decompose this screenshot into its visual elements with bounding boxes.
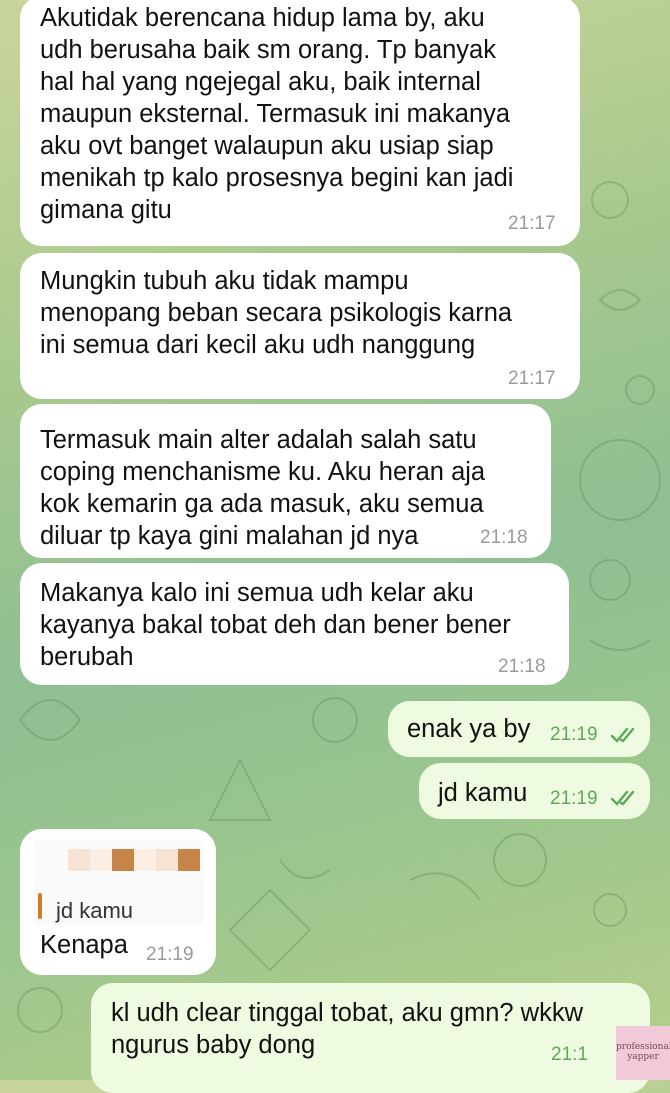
watermark-line-2: yapper xyxy=(627,1052,659,1062)
message-text: jd kamu xyxy=(438,779,528,807)
blurred-avatar-block xyxy=(134,849,156,871)
message-text: Akutidak berencana hidup lama by, aku ud… xyxy=(40,4,514,224)
message-time: 21:19 xyxy=(550,724,598,745)
blurred-avatar-block xyxy=(68,849,90,871)
blurred-avatar-block xyxy=(178,849,200,871)
message-bubble-outgoing[interactable]: kl udh clear tinggal tobat, aku gmn? wkk… xyxy=(91,983,650,1093)
message-time: 21:17 xyxy=(508,368,556,389)
blurred-avatar-block xyxy=(90,849,112,871)
message-bubble-outgoing[interactable]: enak ya by 21:19 xyxy=(388,701,650,757)
message-bubble-incoming[interactable]: Makanya kalo ini semua udh kelar aku kay… xyxy=(20,563,569,685)
message-time: 21:17 xyxy=(508,213,556,234)
message-bubble-incoming[interactable]: Mungkin tubuh aku tidak mampu menopang b… xyxy=(20,253,580,399)
message-text: Makanya kalo ini semua udh kelar aku kay… xyxy=(40,579,511,671)
message-text: Mungkin tubuh aku tidak mampu menopang b… xyxy=(40,267,513,359)
double-check-icon xyxy=(610,790,635,806)
message-time: 21:1 xyxy=(551,1044,588,1065)
message-time: 21:18 xyxy=(480,527,528,548)
message-bubble-incoming-reply[interactable]: jd kamu Kenapa 21:19 xyxy=(20,829,216,975)
message-time: 21:18 xyxy=(498,656,546,677)
message-bubble-outgoing[interactable]: jd kamu 21:19 xyxy=(419,763,650,819)
reply-preview[interactable]: jd kamu xyxy=(34,839,204,925)
blurred-avatar-block xyxy=(156,849,178,871)
message-text: Kenapa xyxy=(40,931,128,959)
reply-quote-text: jd kamu xyxy=(56,898,134,923)
watermark-badge: professional yapper xyxy=(616,1026,670,1080)
message-time: 21:19 xyxy=(550,788,598,809)
message-time: 21:19 xyxy=(146,944,194,965)
blurred-avatar-block xyxy=(112,849,134,871)
message-text: enak ya by xyxy=(407,715,531,743)
reply-accent-bar xyxy=(38,893,42,919)
message-bubble-incoming[interactable]: Akutidak berencana hidup lama by, aku ud… xyxy=(20,0,580,246)
watermark-line-1: professional xyxy=(616,1042,670,1052)
message-bubble-incoming[interactable]: Termasuk main alter adalah salah satu co… xyxy=(20,404,551,558)
message-text: Termasuk main alter adalah salah satu co… xyxy=(40,426,486,550)
double-check-icon xyxy=(610,727,635,743)
